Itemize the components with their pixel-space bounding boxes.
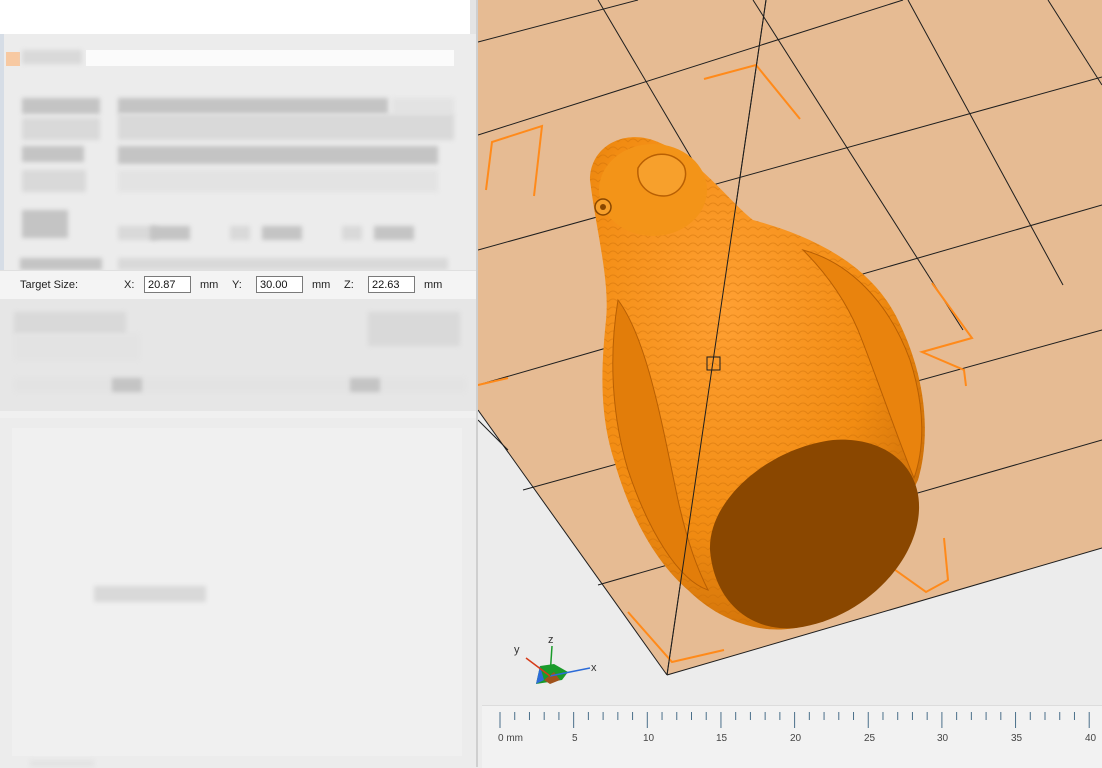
ruler-label-20: 20 <box>790 733 802 744</box>
ruler-label-10: 10 <box>643 733 655 744</box>
ruler-label-25: 25 <box>864 733 876 744</box>
y-label: Y: <box>232 279 242 291</box>
blurred-button <box>368 312 460 346</box>
panel-header-strip <box>0 0 470 34</box>
blurred-text <box>14 334 140 360</box>
axis-orientation-gizmo: y z x <box>510 634 600 690</box>
target-size-label: Target Size: <box>20 279 79 291</box>
settings-panel: Target Size: X: mm Y: mm Z: mm <box>0 0 478 767</box>
z-label: Z: <box>344 279 354 291</box>
target-size-x-field[interactable] <box>144 276 191 293</box>
x-label: X: <box>124 279 135 291</box>
color-swatch <box>6 52 20 66</box>
target-size-y-field[interactable] <box>256 276 303 293</box>
blurred-text <box>22 170 86 192</box>
ruler-ticks <box>499 712 1090 728</box>
axis-label-y: y <box>514 644 520 656</box>
ruler-label-35: 35 <box>1011 733 1023 744</box>
blurred-text <box>22 210 68 238</box>
blurred-row <box>118 170 438 192</box>
blurred-text <box>112 378 142 392</box>
blurred-text <box>30 760 94 767</box>
blurred-text <box>342 226 362 240</box>
blurred-text <box>262 226 302 240</box>
blurred-text <box>392 98 454 114</box>
blurred-input <box>86 50 454 66</box>
blurred-row <box>118 114 454 140</box>
target-size-z-field[interactable] <box>368 276 415 293</box>
blurred-text <box>374 226 414 240</box>
ruler-label-30: 30 <box>937 733 949 744</box>
blurred-text <box>350 378 380 392</box>
axis-label-x: x <box>591 662 597 674</box>
blurred-text <box>22 118 100 140</box>
blurred-text <box>14 312 126 334</box>
blurred-row <box>14 378 466 392</box>
ruler-label-40: 40 <box>1085 733 1097 744</box>
y-unit: mm <box>312 279 331 291</box>
ruler-label-0: 0 mm <box>498 733 523 744</box>
blurred-text <box>22 146 84 162</box>
blurred-row <box>118 146 438 164</box>
blurred-text <box>94 586 206 602</box>
ruler: 0 mm 5 10 15 20 25 30 35 40 <box>482 705 1102 768</box>
blurred-content-area <box>12 428 462 756</box>
bottom-panel <box>0 418 476 767</box>
blurred-text <box>20 258 102 270</box>
blurred-text <box>150 226 190 240</box>
axis-gizmo-icon <box>525 645 591 684</box>
ruler-label-5: 5 <box>572 733 578 744</box>
blurred-row <box>118 258 448 270</box>
blurred-text <box>230 226 250 240</box>
z-unit: mm <box>424 279 443 291</box>
blurred-text <box>118 98 388 114</box>
target-size-row: Target Size: X: mm Y: mm Z: mm <box>0 270 476 300</box>
ruler-label-15: 15 <box>716 733 728 744</box>
blurred-text <box>22 98 100 114</box>
blurred-text <box>22 50 82 64</box>
x-unit: mm <box>200 279 219 291</box>
axis-label-z: z <box>548 634 554 646</box>
